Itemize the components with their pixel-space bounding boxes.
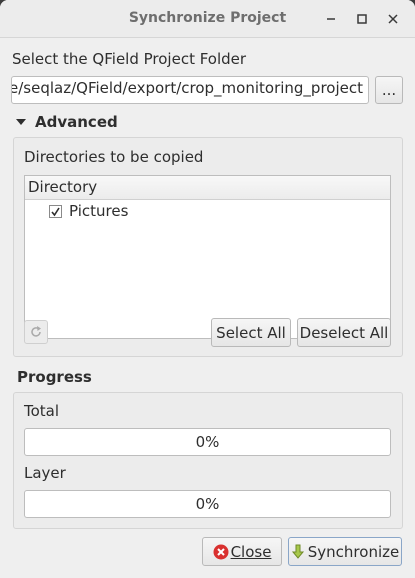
- directory-name: Pictures: [69, 202, 129, 220]
- download-arrow-icon: [291, 544, 304, 559]
- total-label: Total: [24, 402, 60, 420]
- total-progress-text: 0%: [195, 433, 220, 451]
- triangle-down-icon: [16, 119, 26, 125]
- pictures-checkbox[interactable]: [49, 204, 62, 218]
- layer-progress-text: 0%: [195, 495, 220, 513]
- checkmark-icon: [51, 207, 60, 216]
- layer-progress-bar: 0%: [24, 490, 391, 518]
- minimize-icon[interactable]: [321, 9, 341, 29]
- red-x-icon: [213, 544, 229, 559]
- directories-label: Directories to be copied: [24, 148, 204, 166]
- title-bar[interactable]: Synchronize Project: [0, 0, 415, 38]
- total-progress-bar: 0%: [24, 428, 391, 456]
- maximize-icon[interactable]: [352, 9, 372, 29]
- close-button[interactable]: Close: [202, 537, 282, 566]
- refresh-button[interactable]: [24, 320, 48, 344]
- deselect-all-button[interactable]: Deselect All: [297, 318, 391, 347]
- select-all-button[interactable]: Select All: [211, 318, 291, 347]
- advanced-header: Advanced: [35, 113, 118, 131]
- refresh-icon: [31, 326, 41, 337]
- project-folder-label: Select the QField Project Folder: [12, 50, 247, 68]
- table-row[interactable]: Pictures: [25, 200, 390, 222]
- layer-label: Layer: [24, 464, 66, 482]
- directories-table[interactable]: Directory Pictures: [24, 175, 391, 339]
- close-button-label: Close: [230, 542, 272, 561]
- project-path-field[interactable]: e/seqlaz/QField/export/crop_monitoring_p…: [11, 76, 369, 104]
- close-icon[interactable]: [383, 9, 403, 29]
- synchronize-button-label: Synchronize: [307, 542, 400, 561]
- progress-header: Progress: [17, 368, 92, 386]
- synchronize-button[interactable]: Synchronize: [288, 537, 402, 566]
- browse-button[interactable]: ...: [375, 76, 403, 104]
- project-path-value: e/seqlaz/QField/export/crop_monitoring_p…: [11, 79, 363, 97]
- sync-dialog: Synchronize Project Select the QField Pr…: [0, 0, 415, 578]
- advanced-toggle[interactable]: Advanced: [14, 113, 118, 131]
- directory-column-header[interactable]: Directory: [25, 176, 390, 200]
